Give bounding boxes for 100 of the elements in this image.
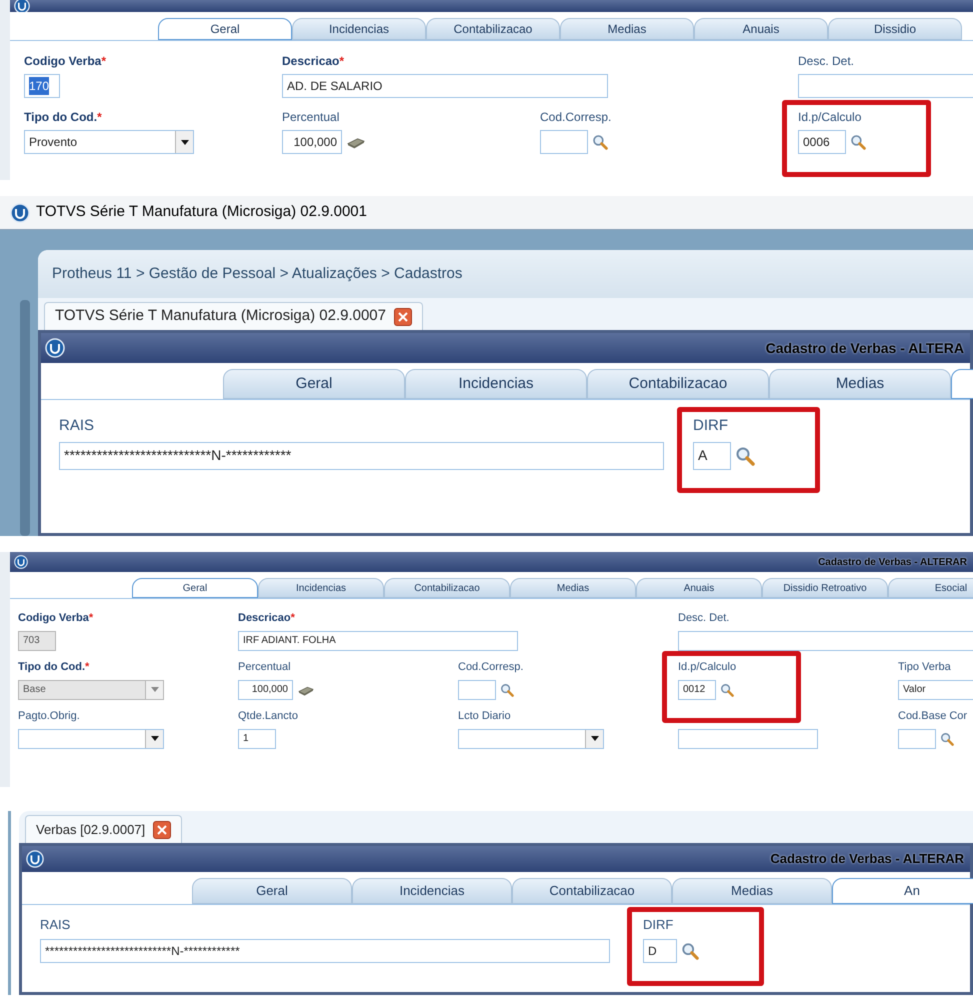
input-field[interactable]: 0012 (678, 680, 716, 700)
tab[interactable]: Anuais (636, 578, 762, 598)
required-mark: * (85, 660, 90, 675)
required-mark: * (88, 611, 94, 626)
field-value: 0006 (803, 134, 830, 151)
field-value: 703 (23, 634, 40, 648)
search-icon[interactable] (720, 682, 734, 696)
input-field[interactable] (458, 680, 496, 700)
close-icon (398, 312, 408, 322)
document-tab[interactable]: TOTVS Série T Manufatura (Microsiga) 02.9.0007 (44, 302, 423, 330)
search-icon[interactable] (735, 446, 755, 466)
required-mark: * (290, 611, 295, 626)
logo-icon (10, 202, 30, 222)
dropdown-field[interactable] (458, 728, 604, 748)
tab[interactable]: Geral (132, 578, 258, 598)
tab[interactable]: Contabilizacao (426, 18, 560, 40)
logo-icon (45, 338, 65, 358)
window-title: Cadastro de Verbas - ALTERA (766, 338, 965, 358)
tab[interactable]: Contabilizacao (384, 578, 510, 598)
field-value: 1 (243, 732, 249, 746)
input-field[interactable]: 100,000 (238, 680, 293, 700)
input-field[interactable]: 0006 (798, 130, 846, 154)
dropdown-field[interactable]: Provento (24, 130, 194, 154)
field-label: Tipo Verba (898, 660, 951, 675)
input-field[interactable]: 1 (238, 728, 276, 748)
input-field[interactable] (678, 630, 973, 650)
search-icon[interactable] (681, 942, 699, 960)
field-label: RAIS (59, 416, 94, 436)
tab[interactable]: Geral (158, 18, 292, 40)
required-mark: * (339, 53, 344, 70)
caret-icon (180, 140, 188, 144)
input-field[interactable]: ***************************N-************ (40, 938, 610, 962)
tab[interactable]: Anuais (694, 18, 828, 40)
tab[interactable]: Geral (192, 878, 352, 904)
field-label: Lcto Diario (458, 709, 511, 724)
tab[interactable]: Esocial (888, 578, 973, 598)
field-label: Desc. Det. (798, 53, 854, 70)
field-value: 100,000 (294, 134, 337, 151)
tab[interactable]: An (832, 878, 973, 904)
input-field[interactable] (898, 728, 936, 748)
field-label: Descricao (238, 611, 291, 626)
search-icon[interactable] (592, 134, 608, 150)
input-field[interactable]: IRF ADIANT. FOLHA (238, 630, 518, 650)
logo-icon (26, 850, 44, 868)
window-title: Cadastro de Verbas - ALTERAR (770, 850, 965, 868)
field-label: Desc. Det. (678, 611, 730, 626)
tab[interactable]: Contabilizacao (587, 369, 769, 399)
field-label: DIRF (693, 416, 728, 436)
close-button[interactable] (394, 308, 412, 326)
field-value: AD. DE SALARIO (287, 78, 382, 95)
input-field[interactable]: 100,000 (282, 130, 342, 154)
field-label: Cod.Corresp. (458, 660, 524, 675)
search-icon[interactable] (500, 682, 514, 696)
tab[interactable]: Medias (510, 578, 636, 598)
field-value: Base (23, 683, 46, 697)
input-field[interactable] (540, 130, 588, 154)
tab-title: TOTVS Série T Manufatura (Microsiga) 02.9.0007 (55, 306, 386, 326)
tab[interactable]: Incidencias (352, 878, 512, 904)
caret-icon (590, 736, 598, 741)
field-label: Cod.Corresp. (540, 109, 612, 126)
field-label: Tipo do Cod. (18, 660, 86, 675)
tab[interactable]: Medias (769, 369, 951, 399)
field-label: Cod.Base Cor (898, 709, 968, 724)
scrollbar[interactable] (20, 300, 30, 536)
tab[interactable]: Incidencias (258, 578, 384, 598)
field-value: A (698, 446, 708, 465)
required-mark: * (101, 53, 106, 70)
document-tab[interactable]: Verbas [02.9.0007] (25, 815, 182, 843)
close-button[interactable] (153, 820, 172, 838)
field-value: 100,000 (252, 683, 288, 697)
field-value: ***************************N-************ (64, 446, 292, 465)
input-field[interactable] (678, 728, 818, 748)
field-label: Id.p/Calculo (798, 109, 862, 126)
input-field[interactable]: ***************************N-************ (59, 442, 664, 470)
tab[interactable]: Geral (223, 369, 405, 399)
input-field[interactable]: 170 (24, 74, 60, 98)
field-value: ***************************N-************ (45, 942, 240, 960)
input-field[interactable]: AD. DE SALARIO (282, 74, 608, 98)
tab[interactable]: Incidencias (292, 18, 426, 40)
search-icon[interactable] (940, 732, 954, 746)
tab[interactable]: Dissidio Retroativo (762, 578, 888, 598)
tab[interactable]: Medias (672, 878, 832, 904)
tab[interactable]: Contabilizacao (512, 878, 672, 904)
caret-icon (150, 687, 158, 692)
field-label: DIRF (643, 916, 674, 934)
tab[interactable]: Dissidio (828, 18, 962, 40)
close-icon (157, 824, 168, 834)
input-field[interactable]: Valor (898, 680, 973, 700)
tab[interactable]: Medias (560, 18, 694, 40)
field-value: 0012 (683, 683, 706, 697)
breadcrumb: Protheus 11 > Gestão de Pessoal > Atualizações > Cadastros (38, 250, 973, 298)
tab[interactable]: Incidencias (405, 369, 587, 399)
field-label: Pagto.Obrig. (18, 709, 80, 724)
search-icon[interactable] (850, 134, 866, 150)
field-value: D (648, 942, 657, 960)
dropdown-field[interactable] (18, 728, 164, 748)
field-label: RAIS (40, 916, 70, 934)
input-field[interactable]: D (643, 938, 677, 962)
field-label: Descricao (282, 53, 340, 70)
input-field[interactable]: A (693, 442, 731, 470)
